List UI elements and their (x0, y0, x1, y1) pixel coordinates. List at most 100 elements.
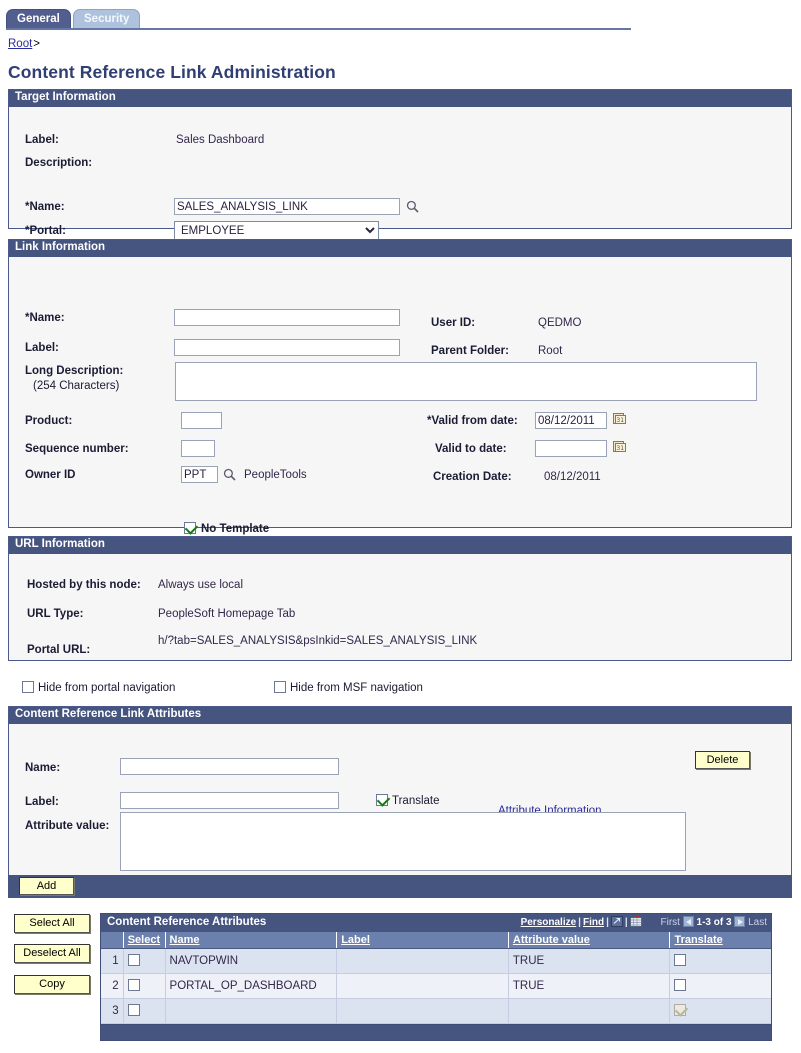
col-select: Select (123, 932, 166, 949)
cref-link-attributes-header-label: Content Reference Link Attributes (15, 708, 202, 720)
first-page-label: First (660, 917, 680, 928)
add-button[interactable]: Add (19, 877, 74, 895)
expand-grid-icon[interactable] (610, 916, 623, 927)
attr-name-input[interactable] (120, 758, 339, 775)
table-header: Select Name Label Attribute value Transl… (101, 932, 771, 949)
link-parent-folder-value: Root (538, 345, 563, 357)
col-attribute-value-label[interactable]: Attribute value (513, 934, 590, 946)
no-template-checkbox[interactable] (184, 522, 196, 534)
deselect-all-button[interactable]: Deselect All (14, 944, 90, 963)
find-link[interactable]: Find (583, 917, 604, 928)
col-name-label[interactable]: Name (170, 934, 200, 946)
attr-label-input[interactable] (120, 792, 339, 809)
calendar-icon[interactable]: 31 (613, 440, 626, 453)
select-all-button[interactable]: Select All (14, 914, 90, 933)
row-translate-checkbox[interactable] (674, 1004, 687, 1017)
tab-general[interactable]: General (6, 9, 71, 29)
previous-page-icon[interactable] (682, 916, 694, 927)
hide-from-msf-navigation-checkbox[interactable] (274, 681, 286, 693)
next-page-icon[interactable] (734, 916, 746, 927)
attr-translate-label: Translate (392, 795, 440, 807)
col-rownum (101, 932, 124, 949)
svg-text:31: 31 (616, 417, 624, 424)
target-description-caption: Description: (25, 157, 93, 169)
magnifier-icon[interactable] (223, 468, 236, 481)
row-name: PORTAL_OP_DASHBOARD (165, 973, 338, 999)
hide-from-portal-navigation-checkbox[interactable] (22, 681, 34, 693)
cref-attributes-grid-title: Content Reference Attributes (107, 916, 267, 928)
link-long-description-textarea[interactable] (175, 362, 757, 401)
attr-value-textarea[interactable] (120, 812, 686, 871)
breadcrumb-root-link[interactable]: Root (8, 38, 32, 50)
magnifier-icon[interactable] (406, 200, 419, 213)
row-number: 2 (101, 973, 124, 999)
link-valid-from-input[interactable] (535, 412, 607, 429)
row-name (165, 998, 338, 1024)
col-select-label[interactable]: Select (128, 934, 160, 946)
target-label-caption: Label: (25, 134, 59, 146)
breadcrumb: Root> (8, 38, 40, 50)
link-label-caption: Label: (25, 342, 59, 354)
tab-security-label: Security (84, 13, 130, 25)
link-product-input[interactable] (181, 412, 222, 429)
link-information-group: Link Information *Name: Label: Long Desc… (8, 239, 792, 535)
link-name-input[interactable] (174, 309, 400, 326)
delete-button[interactable]: Delete (695, 751, 750, 769)
row-translate-cell (669, 998, 771, 1024)
link-long-description-sub: (254 Characters) (33, 380, 120, 392)
table-header-row: Select Name Label Attribute value Transl… (101, 932, 771, 949)
target-portal-caption: *Portal: (25, 225, 66, 237)
link-user-id-caption: User ID: (431, 317, 476, 329)
row-name: NAVTOPWIN (165, 948, 338, 974)
portal-url-value: h/?tab=SALES_ANALYSIS&psInkid=SALES_ANAL… (158, 635, 478, 647)
copy-button[interactable]: Copy (14, 975, 90, 994)
link-valid-to-input[interactable] (535, 440, 607, 457)
row-select-checkbox[interactable] (127, 979, 140, 992)
cref-link-attributes-footer (8, 875, 792, 898)
table-body: 1 NAVTOPWIN TRUE 2 PORTAL_OP_DASHBOARD T… (101, 948, 771, 1024)
row-translate-checkbox[interactable] (674, 979, 687, 992)
tab-security[interactable]: Security (73, 9, 141, 29)
tab-underline (6, 28, 631, 30)
link-sequence-input[interactable] (181, 440, 215, 457)
row-label (336, 998, 509, 1024)
link-creation-date-caption: Creation Date: (433, 471, 512, 483)
attr-value-caption: Attribute value: (25, 820, 110, 832)
col-translate: Translate (669, 932, 771, 949)
row-translate-checkbox[interactable] (674, 954, 687, 967)
no-template-label: No Template (201, 523, 270, 535)
link-sequence-caption: Sequence number: (25, 443, 129, 455)
col-label: Label (336, 932, 509, 949)
target-portal-select[interactable]: EMPLOYEE (174, 221, 379, 240)
grid-row-counter: 1-3 of 3 (696, 917, 732, 928)
cref-attributes-table: Select Name Label Attribute value Transl… (101, 932, 771, 1024)
link-information-body: *Name: Label: Long Description: (254 Cha… (9, 257, 791, 535)
row-select-checkbox[interactable] (127, 1004, 140, 1017)
row-select-cell (123, 948, 166, 974)
link-product-caption: Product: (25, 415, 73, 427)
link-creation-date-value: 08/12/2011 (544, 471, 601, 483)
target-information-body: Label: Sales Dashboard Description: *Nam… (9, 107, 791, 240)
url-information-body: Hosted by this node: Always use local UR… (9, 554, 791, 660)
peoplesoft-page: General Security Root> Content Reference… (0, 0, 801, 1053)
target-name-input[interactable] (174, 198, 400, 215)
tab-general-label: General (17, 13, 60, 25)
col-label-label[interactable]: Label (341, 934, 370, 946)
attr-name-caption: Name: (25, 762, 61, 774)
link-owner-id-description: PeopleTools (244, 469, 307, 481)
col-translate-label[interactable]: Translate (674, 934, 722, 946)
link-label-input[interactable] (174, 339, 400, 356)
tab-bar: General Security (0, 6, 801, 32)
link-owner-id-caption: Owner ID (25, 469, 76, 481)
link-owner-id-input[interactable] (181, 466, 218, 483)
calendar-icon[interactable]: 31 (613, 412, 626, 425)
attr-label-caption: Label: (25, 796, 59, 808)
personalize-link[interactable]: Personalize (521, 917, 577, 928)
row-attribute-value: TRUE (508, 948, 671, 974)
attr-translate-checkbox[interactable] (376, 794, 388, 806)
row-translate-cell (669, 948, 771, 974)
download-spreadsheet-icon[interactable] (629, 916, 642, 927)
row-select-checkbox[interactable] (127, 954, 140, 967)
url-information-group: URL Information Hosted by this node: Alw… (8, 536, 792, 661)
grid-navigation: Personalize | Find | | First 1-3 of 3 Last (520, 916, 767, 928)
